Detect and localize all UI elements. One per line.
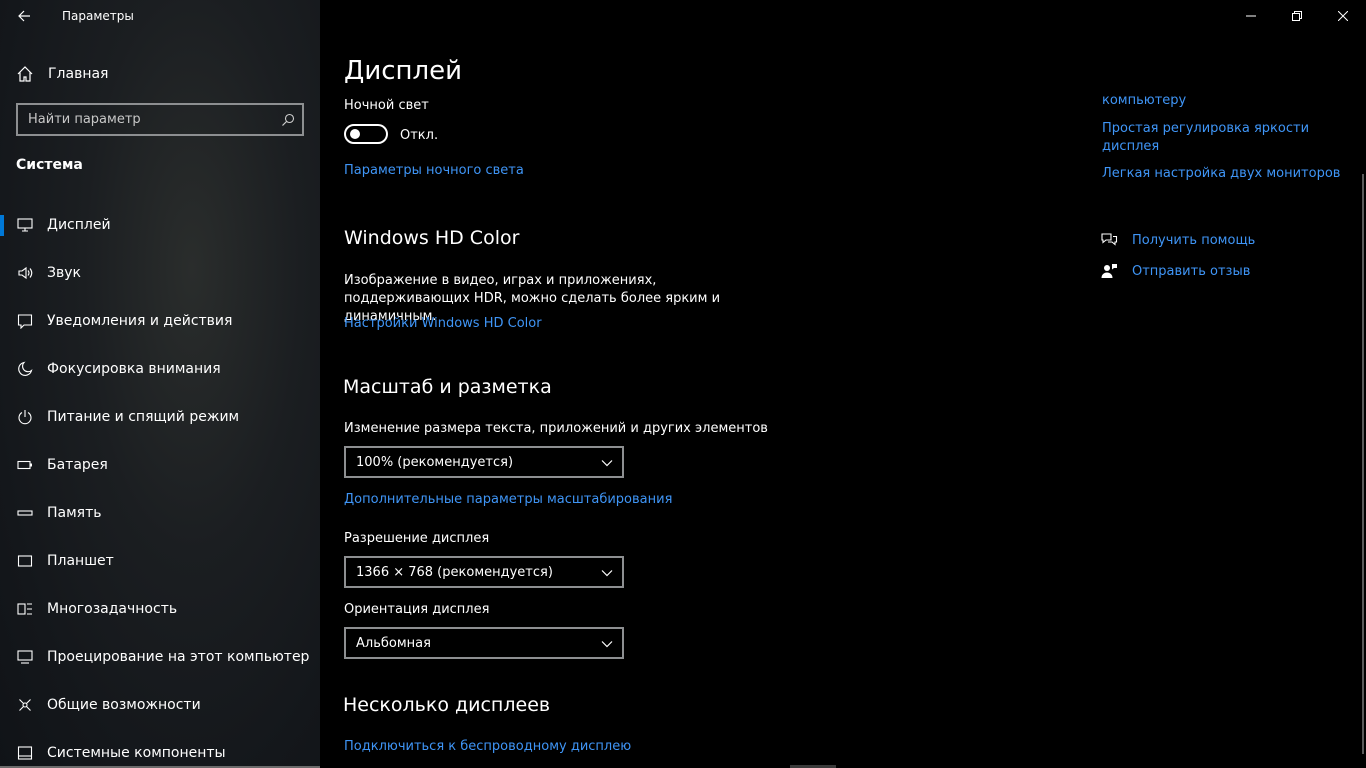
components-icon — [16, 744, 34, 762]
projection-icon — [16, 648, 34, 666]
sidebar-item-label: Системные компоненты — [47, 745, 226, 761]
sidebar-item-storage[interactable]: Память — [0, 489, 320, 537]
multiple-displays-heading: Несколько дисплеев — [343, 694, 551, 716]
orientation-value: Альбомная — [356, 635, 431, 651]
get-help-link[interactable]: Получить помощь — [1132, 233, 1255, 248]
sidebar-item-display[interactable]: Дисплей — [0, 201, 320, 249]
sidebar-item-components[interactable]: Системные компоненты — [0, 729, 320, 768]
sidebar-item-label: Питание и спящий режим — [47, 409, 240, 425]
related-settings: компьютеру Простая регулировка яркости д… — [1100, 0, 1366, 768]
hd-color-heading: Windows HD Color — [344, 227, 520, 249]
multitasking-icon — [16, 600, 34, 618]
sidebar-item-projection[interactable]: Проецирование на этот компьютер — [0, 633, 320, 681]
feedback-icon — [1100, 262, 1118, 280]
orientation-label: Ориентация дисплея — [344, 602, 490, 617]
sidebar-item-label: Память — [47, 505, 102, 521]
tablet-icon — [16, 552, 34, 570]
night-light-settings-link[interactable]: Параметры ночного света — [344, 163, 524, 178]
search-icon[interactable] — [274, 106, 302, 134]
sidebar-item-focus-assist[interactable]: Фокусировка внимания — [0, 345, 320, 393]
sidebar-item-notifications[interactable]: Уведомления и действия — [0, 297, 320, 345]
sidebar-item-multitasking[interactable]: Многозадачность — [0, 585, 320, 633]
related-link-pc[interactable]: компьютеру — [1102, 92, 1342, 110]
home-button[interactable]: Главная — [16, 62, 108, 86]
page-title: Дисплей — [344, 56, 463, 86]
get-help-row[interactable]: Получить помощь — [1100, 231, 1255, 249]
sidebar-item-label: Общие возможности — [47, 697, 201, 713]
main-content: Дисплей Ночной свет Откл. Параметры ночн… — [320, 0, 1100, 768]
sidebar-item-battery[interactable]: Батарея — [0, 441, 320, 489]
sidebar-item-shared-experiences[interactable]: Общие возможности — [0, 681, 320, 729]
battery-icon — [16, 456, 34, 474]
sidebar-item-label: Фокусировка внимания — [47, 361, 221, 377]
sidebar-item-tablet[interactable]: Планшет — [0, 537, 320, 585]
sidebar-item-label: Дисплей — [47, 217, 111, 233]
home-label: Главная — [48, 66, 109, 82]
wireless-display-link[interactable]: Подключиться к беспроводному дисплею — [344, 739, 631, 754]
night-light-label: Ночной свет — [344, 98, 429, 113]
back-button[interactable] — [10, 4, 38, 28]
section-title: Система — [16, 157, 83, 173]
resolution-label: Разрешение дисплея — [344, 531, 490, 546]
sidebar: Параметры Главная Система Дисплей Звук У… — [0, 0, 320, 768]
main-scrollbar[interactable] — [1362, 174, 1364, 754]
toggle-knob — [350, 129, 360, 139]
hd-color-settings-link[interactable]: Настройки Windows HD Color — [344, 316, 542, 331]
night-light-toggle[interactable] — [344, 124, 388, 144]
back-arrow-icon — [18, 10, 30, 22]
search-input[interactable] — [18, 112, 274, 127]
help-chat-icon — [1100, 231, 1118, 249]
moon-icon — [16, 360, 34, 378]
related-link-brightness[interactable]: Простая регулировка яркости дисплея — [1102, 120, 1322, 156]
related-link-dual-monitors[interactable]: Легкая настройка двух мониторов — [1102, 165, 1342, 183]
shared-experiences-icon — [16, 696, 34, 714]
sidebar-item-label: Планшет — [47, 553, 114, 569]
feedback-link[interactable]: Отправить отзыв — [1132, 264, 1250, 279]
search-box[interactable] — [16, 103, 304, 136]
scale-heading: Масштаб и разметка — [343, 376, 552, 398]
sidebar-item-label: Многозадачность — [47, 601, 178, 617]
sidebar-item-label: Проецирование на этот компьютер — [47, 649, 310, 665]
scale-size-label: Изменение размера текста, приложений и д… — [344, 421, 768, 436]
app-title: Параметры — [62, 9, 134, 23]
sidebar-item-label: Батарея — [47, 457, 108, 473]
nav-list: Дисплей Звук Уведомления и действия Фоку… — [0, 201, 320, 768]
power-icon — [16, 408, 34, 426]
resolution-dropdown[interactable]: 1366 × 768 (рекомендуется) — [344, 556, 624, 588]
advanced-scaling-link[interactable]: Дополнительные параметры масштабирования — [344, 492, 672, 507]
scale-dropdown[interactable]: 100% (рекомендуется) — [344, 446, 624, 478]
feedback-row[interactable]: Отправить отзыв — [1100, 262, 1250, 280]
chevron-down-icon — [601, 460, 613, 467]
orientation-dropdown[interactable]: Альбомная — [344, 627, 624, 659]
home-icon — [17, 66, 33, 82]
sidebar-item-sound[interactable]: Звук — [0, 249, 320, 297]
notification-icon — [16, 312, 34, 330]
title-bar: Параметры — [0, 0, 320, 32]
night-light-state: Откл. — [400, 128, 439, 143]
chevron-down-icon — [601, 570, 613, 577]
storage-icon — [16, 504, 34, 522]
chevron-down-icon — [601, 641, 613, 648]
monitor-icon — [16, 216, 34, 234]
speaker-icon — [16, 264, 34, 282]
sidebar-item-label: Уведомления и действия — [47, 313, 233, 329]
sidebar-item-label: Звук — [47, 265, 81, 281]
scale-value: 100% (рекомендуется) — [356, 454, 514, 470]
resolution-value: 1366 × 768 (рекомендуется) — [356, 564, 553, 580]
sidebar-item-power[interactable]: Питание и спящий режим — [0, 393, 320, 441]
